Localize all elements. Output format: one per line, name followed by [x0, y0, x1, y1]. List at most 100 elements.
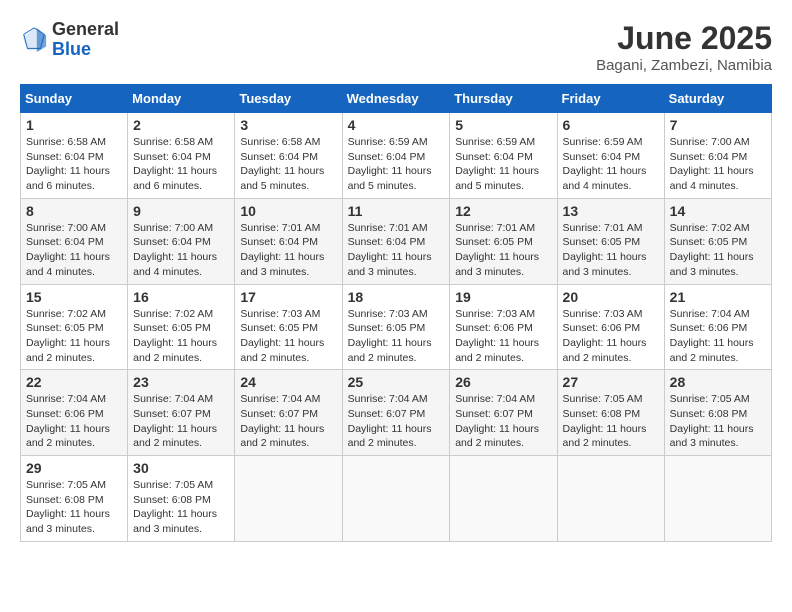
calendar-cell: 13 Sunrise: 7:01 AMSunset: 6:05 PMDayligh… — [557, 198, 664, 284]
calendar-cell: 10 Sunrise: 7:01 AMSunset: 6:04 PMDayligh… — [235, 198, 342, 284]
logo-text: General Blue — [52, 20, 119, 60]
day-info: Sunrise: 6:58 AMSunset: 6:04 PMDaylight:… — [240, 135, 336, 194]
calendar-week-row: 29 Sunrise: 7:05 AMSunset: 6:08 PMDayligh… — [21, 456, 772, 542]
day-info: Sunrise: 7:03 AMSunset: 6:05 PMDaylight:… — [348, 307, 445, 366]
day-info: Sunrise: 7:05 AMSunset: 6:08 PMDaylight:… — [670, 392, 766, 451]
calendar-cell — [664, 456, 771, 542]
calendar-cell: 2 Sunrise: 6:58 AMSunset: 6:04 PMDaylight… — [128, 113, 235, 199]
calendar-cell: 6Sunrise: 6:59 AMSunset: 6:04 PMDaylight… — [557, 113, 664, 199]
calendar-cell: 28 Sunrise: 7:05 AMSunset: 6:08 PMDayligh… — [664, 370, 771, 456]
weekday-header: Monday — [128, 85, 235, 113]
calendar-cell — [342, 456, 450, 542]
calendar-cell — [557, 456, 664, 542]
day-info: Sunrise: 7:04 AMSunset: 6:06 PMDaylight:… — [26, 392, 122, 451]
day-number: 29 — [26, 460, 122, 476]
calendar-body: 1 Sunrise: 6:58 AMSunset: 6:04 PMDaylight… — [21, 113, 772, 542]
calendar-cell: 24Sunrise: 7:04 AMSunset: 6:07 PMDayligh… — [235, 370, 342, 456]
calendar-cell: 11 Sunrise: 7:01 AMSunset: 6:04 PMDayligh… — [342, 198, 450, 284]
calendar-cell: 18Sunrise: 7:03 AMSunset: 6:05 PMDayligh… — [342, 284, 450, 370]
calendar-cell: 7 Sunrise: 7:00 AMSunset: 6:04 PMDaylight… — [664, 113, 771, 199]
day-info: Sunrise: 7:02 AMSunset: 6:05 PMDaylight:… — [670, 221, 766, 280]
weekday-header: Tuesday — [235, 85, 342, 113]
calendar-cell: 3 Sunrise: 6:58 AMSunset: 6:04 PMDaylight… — [235, 113, 342, 199]
calendar-cell: 12 Sunrise: 7:01 AMSunset: 6:05 PMDayligh… — [450, 198, 557, 284]
calendar-cell: 8 Sunrise: 7:00 AMSunset: 6:04 PMDaylight… — [21, 198, 128, 284]
calendar-cell: 17 Sunrise: 7:03 AMSunset: 6:05 PMDayligh… — [235, 284, 342, 370]
day-number: 27 — [563, 374, 659, 390]
page-subtitle: Bagani, Zambezi, Namibia — [596, 57, 772, 74]
day-number: 5 — [455, 117, 551, 133]
day-number: 14 — [670, 203, 766, 219]
page-title: June 2025 — [596, 20, 772, 57]
day-info: Sunrise: 7:00 AMSunset: 6:04 PMDaylight:… — [26, 221, 122, 280]
calendar-cell: 14 Sunrise: 7:02 AMSunset: 6:05 PMDayligh… — [664, 198, 771, 284]
weekday-header: Sunday — [21, 85, 128, 113]
calendar-cell: 20 Sunrise: 7:03 AMSunset: 6:06 PMDayligh… — [557, 284, 664, 370]
calendar-cell: 29 Sunrise: 7:05 AMSunset: 6:08 PMDayligh… — [21, 456, 128, 542]
calendar-cell: 25 Sunrise: 7:04 AMSunset: 6:07 PMDayligh… — [342, 370, 450, 456]
title-area: June 2025 Bagani, Zambezi, Namibia — [596, 20, 772, 74]
calendar-week-row: 22 Sunrise: 7:04 AMSunset: 6:06 PMDayligh… — [21, 370, 772, 456]
day-info: Sunrise: 6:58 AMSunset: 6:04 PMDaylight:… — [26, 135, 122, 194]
calendar-cell: 16Sunrise: 7:02 AMSunset: 6:05 PMDayligh… — [128, 284, 235, 370]
day-number: 22 — [26, 374, 122, 390]
day-number: 11 — [348, 203, 445, 219]
day-info: Sunrise: 7:04 AMSunset: 6:07 PMDaylight:… — [348, 392, 445, 451]
calendar-cell — [235, 456, 342, 542]
day-number: 6 — [563, 117, 659, 133]
day-number: 30 — [133, 460, 229, 476]
day-number: 26 — [455, 374, 551, 390]
day-number: 17 — [240, 289, 336, 305]
day-number: 23 — [133, 374, 229, 390]
logo: General Blue — [20, 20, 119, 60]
calendar-cell: 23 Sunrise: 7:04 AMSunset: 6:07 PMDayligh… — [128, 370, 235, 456]
day-info: Sunrise: 7:02 AMSunset: 6:05 PMDaylight:… — [133, 307, 229, 366]
weekday-header: Thursday — [450, 85, 557, 113]
day-number: 12 — [455, 203, 551, 219]
calendar-cell: 19 Sunrise: 7:03 AMSunset: 6:06 PMDayligh… — [450, 284, 557, 370]
day-number: 10 — [240, 203, 336, 219]
calendar-week-row: 1 Sunrise: 6:58 AMSunset: 6:04 PMDaylight… — [21, 113, 772, 199]
weekday-header: Wednesday — [342, 85, 450, 113]
day-number: 19 — [455, 289, 551, 305]
day-number: 28 — [670, 374, 766, 390]
calendar-cell: 5Sunrise: 6:59 AMSunset: 6:04 PMDaylight… — [450, 113, 557, 199]
day-number: 13 — [563, 203, 659, 219]
day-info: Sunrise: 7:04 AMSunset: 6:07 PMDaylight:… — [133, 392, 229, 451]
day-info: Sunrise: 7:05 AMSunset: 6:08 PMDaylight:… — [26, 478, 122, 537]
calendar-cell: 1 Sunrise: 6:58 AMSunset: 6:04 PMDaylight… — [21, 113, 128, 199]
day-info: Sunrise: 6:58 AMSunset: 6:04 PMDaylight:… — [133, 135, 229, 194]
day-info: Sunrise: 7:05 AMSunset: 6:08 PMDaylight:… — [563, 392, 659, 451]
day-info: Sunrise: 7:03 AMSunset: 6:06 PMDaylight:… — [563, 307, 659, 366]
weekday-header: Friday — [557, 85, 664, 113]
day-number: 1 — [26, 117, 122, 133]
day-info: Sunrise: 6:59 AMSunset: 6:04 PMDaylight:… — [348, 135, 445, 194]
day-info: Sunrise: 7:04 AMSunset: 6:06 PMDaylight:… — [670, 307, 766, 366]
day-number: 25 — [348, 374, 445, 390]
day-number: 2 — [133, 117, 229, 133]
day-info: Sunrise: 7:01 AMSunset: 6:04 PMDaylight:… — [348, 221, 445, 280]
day-info: Sunrise: 7:03 AMSunset: 6:05 PMDaylight:… — [240, 307, 336, 366]
calendar-cell: 27 Sunrise: 7:05 AMSunset: 6:08 PMDayligh… — [557, 370, 664, 456]
logo-icon — [20, 26, 48, 54]
day-info: Sunrise: 7:03 AMSunset: 6:06 PMDaylight:… — [455, 307, 551, 366]
day-number: 3 — [240, 117, 336, 133]
page-header: General Blue June 2025 Bagani, Zambezi, … — [20, 20, 772, 74]
day-info: Sunrise: 7:02 AMSunset: 6:05 PMDaylight:… — [26, 307, 122, 366]
day-number: 8 — [26, 203, 122, 219]
day-info: Sunrise: 7:01 AMSunset: 6:04 PMDaylight:… — [240, 221, 336, 280]
day-number: 4 — [348, 117, 445, 133]
calendar-cell: 4 Sunrise: 6:59 AMSunset: 6:04 PMDaylight… — [342, 113, 450, 199]
day-info: Sunrise: 7:01 AMSunset: 6:05 PMDaylight:… — [563, 221, 659, 280]
day-info: Sunrise: 7:04 AMSunset: 6:07 PMDaylight:… — [240, 392, 336, 451]
calendar-table: SundayMondayTuesdayWednesdayThursdayFrid… — [20, 84, 772, 542]
day-number: 9 — [133, 203, 229, 219]
day-number: 7 — [670, 117, 766, 133]
weekday-row: SundayMondayTuesdayWednesdayThursdayFrid… — [21, 85, 772, 113]
day-info: Sunrise: 7:04 AMSunset: 6:07 PMDaylight:… — [455, 392, 551, 451]
day-number: 20 — [563, 289, 659, 305]
day-info: Sunrise: 7:05 AMSunset: 6:08 PMDaylight:… — [133, 478, 229, 537]
day-info: Sunrise: 7:01 AMSunset: 6:05 PMDaylight:… — [455, 221, 551, 280]
calendar-cell: 15Sunrise: 7:02 AMSunset: 6:05 PMDayligh… — [21, 284, 128, 370]
day-info: Sunrise: 7:00 AMSunset: 6:04 PMDaylight:… — [670, 135, 766, 194]
